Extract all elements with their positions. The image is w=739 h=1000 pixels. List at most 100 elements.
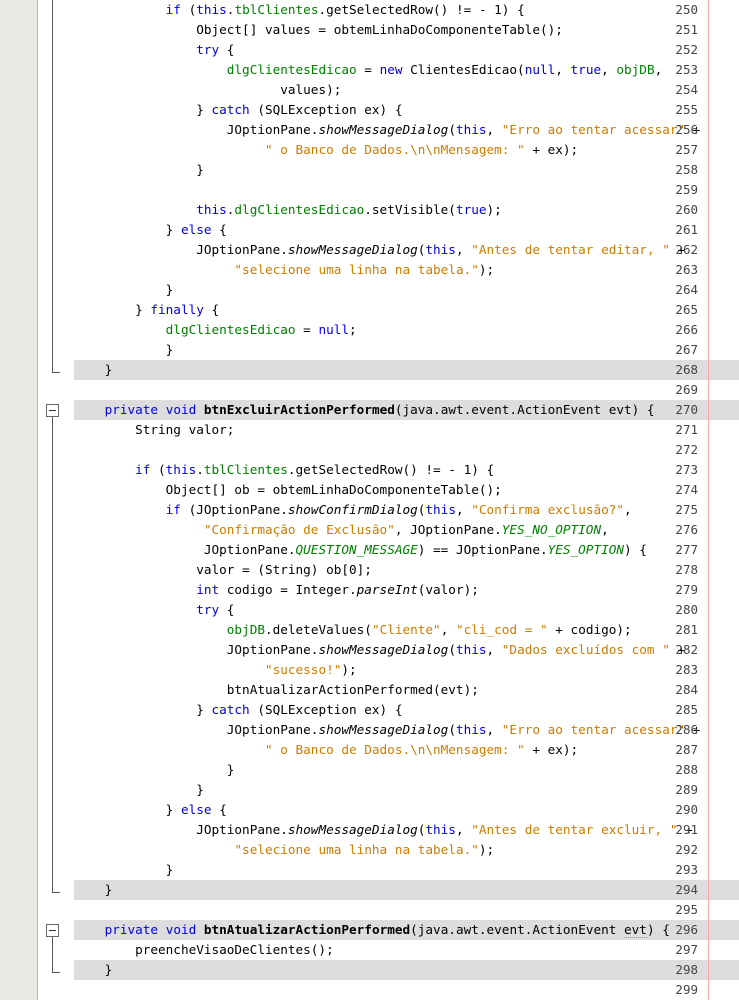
code-line[interactable]: } [74, 760, 739, 780]
code-line[interactable]: } [74, 960, 739, 980]
code-token-str: "Confirma exclusão?" [471, 502, 625, 517]
code-line[interactable]: } finally { [74, 300, 739, 320]
fold-toggle-minus-icon[interactable] [46, 924, 59, 937]
line-number: 267 [675, 342, 698, 357]
code-line[interactable]: } catch (SQLException ex) { [74, 700, 739, 720]
line-number: 289 [675, 782, 698, 797]
code-token-str: "sucesso!" [264, 662, 342, 677]
code-line[interactable]: btnAtualizarActionPerformed(evt); [74, 680, 739, 700]
code-line[interactable]: } else { [74, 800, 739, 820]
code-token-kw: this [165, 462, 197, 477]
code-line[interactable]: " o Banco de Dados.\n\nMensagem: " + ex)… [74, 140, 739, 160]
code-line[interactable]: "selecione uma linha na tabela."); [74, 840, 739, 860]
code-line[interactable]: String valor; [74, 420, 739, 440]
code-line[interactable] [74, 980, 739, 1000]
code-token-pl: Object[] values = obtemLinhaDoComponente… [196, 22, 563, 37]
code-token-kw: true [570, 62, 602, 77]
code-line[interactable]: "sucesso!"); [74, 660, 739, 680]
code-token-pl: , JOptionPane. [394, 522, 502, 537]
code-token-kw: if [165, 2, 189, 17]
code-token-kw: this [455, 722, 487, 737]
code-token-pl: } [196, 102, 212, 117]
code-line[interactable]: this.dlgClientesEdicao.setVisible(true); [74, 200, 739, 220]
code-line[interactable]: } else { [74, 220, 739, 240]
fold-toggle-minus-icon[interactable] [46, 404, 59, 417]
code-line[interactable]: " o Banco de Dados.\n\nMensagem: " + ex)… [74, 740, 739, 760]
code-line[interactable]: } [74, 280, 739, 300]
code-token-pl: } [104, 962, 113, 977]
code-line[interactable]: private void btnAtualizarActionPerformed… [74, 920, 739, 940]
code-token-kw: catch [211, 702, 250, 717]
code-line[interactable]: int codigo = Integer.parseInt(valor); [74, 580, 739, 600]
code-line[interactable]: } [74, 360, 739, 380]
code-fold-gutter[interactable] [39, 0, 73, 1000]
code-line[interactable]: values); [74, 80, 739, 100]
code-line[interactable]: if (this.tblClientes.getSelectedRow() !=… [74, 0, 739, 20]
code-token-kw: try [196, 602, 220, 617]
code-line[interactable] [74, 900, 739, 920]
line-number-gutter[interactable] [0, 0, 38, 1000]
code-token-pl: } [196, 702, 212, 717]
code-line[interactable]: } [74, 160, 739, 180]
code-token-str: "Confirmação de Exclusão" [203, 522, 395, 537]
code-line[interactable]: } [74, 780, 739, 800]
code-token-pl: JOptionPane. [226, 722, 319, 737]
line-number: 260 [675, 202, 698, 217]
code-token-fld: objDB [616, 62, 655, 77]
code-token-pl: btnAtualizarActionPerformed(evt); [226, 682, 479, 697]
code-line[interactable]: try { [74, 600, 739, 620]
code-line[interactable]: } catch (SQLException ex) { [74, 100, 739, 120]
line-number: 296 [675, 922, 698, 937]
code-line[interactable]: if (this.tblClientes.getSelectedRow() !=… [74, 460, 739, 480]
code-line[interactable]: dlgClientesEdicao = new ClientesEdicao(n… [74, 60, 739, 80]
code-line[interactable]: JOptionPane.showMessageDialog(this, "Err… [74, 720, 739, 740]
code-token-pl: JOptionPane. [226, 122, 319, 137]
code-line[interactable]: valor = (String) ob[0]; [74, 560, 739, 580]
code-line[interactable]: Object[] values = obtemLinhaDoComponente… [74, 20, 739, 40]
code-line[interactable]: JOptionPane.QUESTION_MESSAGE) == JOption… [74, 540, 739, 560]
code-token-pl: values); [280, 82, 342, 97]
code-line[interactable]: JOptionPane.showMessageDialog(this, "Ant… [74, 820, 739, 840]
code-line[interactable] [74, 440, 739, 460]
code-token-pl: , [486, 642, 502, 657]
code-line[interactable]: if (JOptionPane.showConfirmDialog(this, … [74, 500, 739, 520]
code-token-fld: dlgClientesEdicao [226, 62, 357, 77]
code-line[interactable]: JOptionPane.showMessageDialog(this, "Dad… [74, 640, 739, 660]
code-token-kw: this [455, 642, 487, 657]
code-line[interactable]: JOptionPane.showMessageDialog(this, "Err… [74, 120, 739, 140]
line-number: 274 [675, 482, 698, 497]
code-token-kw: catch [211, 102, 250, 117]
code-line[interactable]: } [74, 340, 739, 360]
line-number: 258 [675, 162, 698, 177]
code-line[interactable]: } [74, 880, 739, 900]
code-line[interactable]: Object[] ob = obtemLinhaDoComponenteTabl… [74, 480, 739, 500]
code-line[interactable]: JOptionPane.showMessageDialog(this, "Ant… [74, 240, 739, 260]
code-editor[interactable]: if (this.tblClientes.getSelectedRow() !=… [0, 0, 739, 1000]
code-line[interactable]: try { [74, 40, 739, 60]
code-token-pl: (JOptionPane. [188, 502, 288, 517]
code-token-kw: new [379, 62, 403, 77]
code-line[interactable]: "selecione uma linha na tabela."); [74, 260, 739, 280]
code-line[interactable] [74, 180, 739, 200]
code-token-pl: (SQLException ex) { [249, 102, 403, 117]
code-token-pl: (SQLException ex) { [249, 702, 403, 717]
code-line[interactable]: preencheVisaoDeClientes(); [74, 940, 739, 960]
code-line[interactable] [74, 380, 739, 400]
code-line[interactable]: "Confirmação de Exclusão", JOptionPane.Y… [74, 520, 739, 540]
line-number: 254 [675, 82, 698, 97]
fold-guide-elbow [52, 372, 60, 373]
code-token-pl: , [601, 62, 617, 77]
code-line[interactable]: objDB.deleteValues("Cliente", "cli_cod =… [74, 620, 739, 640]
code-line[interactable]: } [74, 860, 739, 880]
code-line[interactable]: dlgClientesEdicao = null; [74, 320, 739, 340]
code-line[interactable]: private void btnExcluirActionPerformed(j… [74, 400, 739, 420]
